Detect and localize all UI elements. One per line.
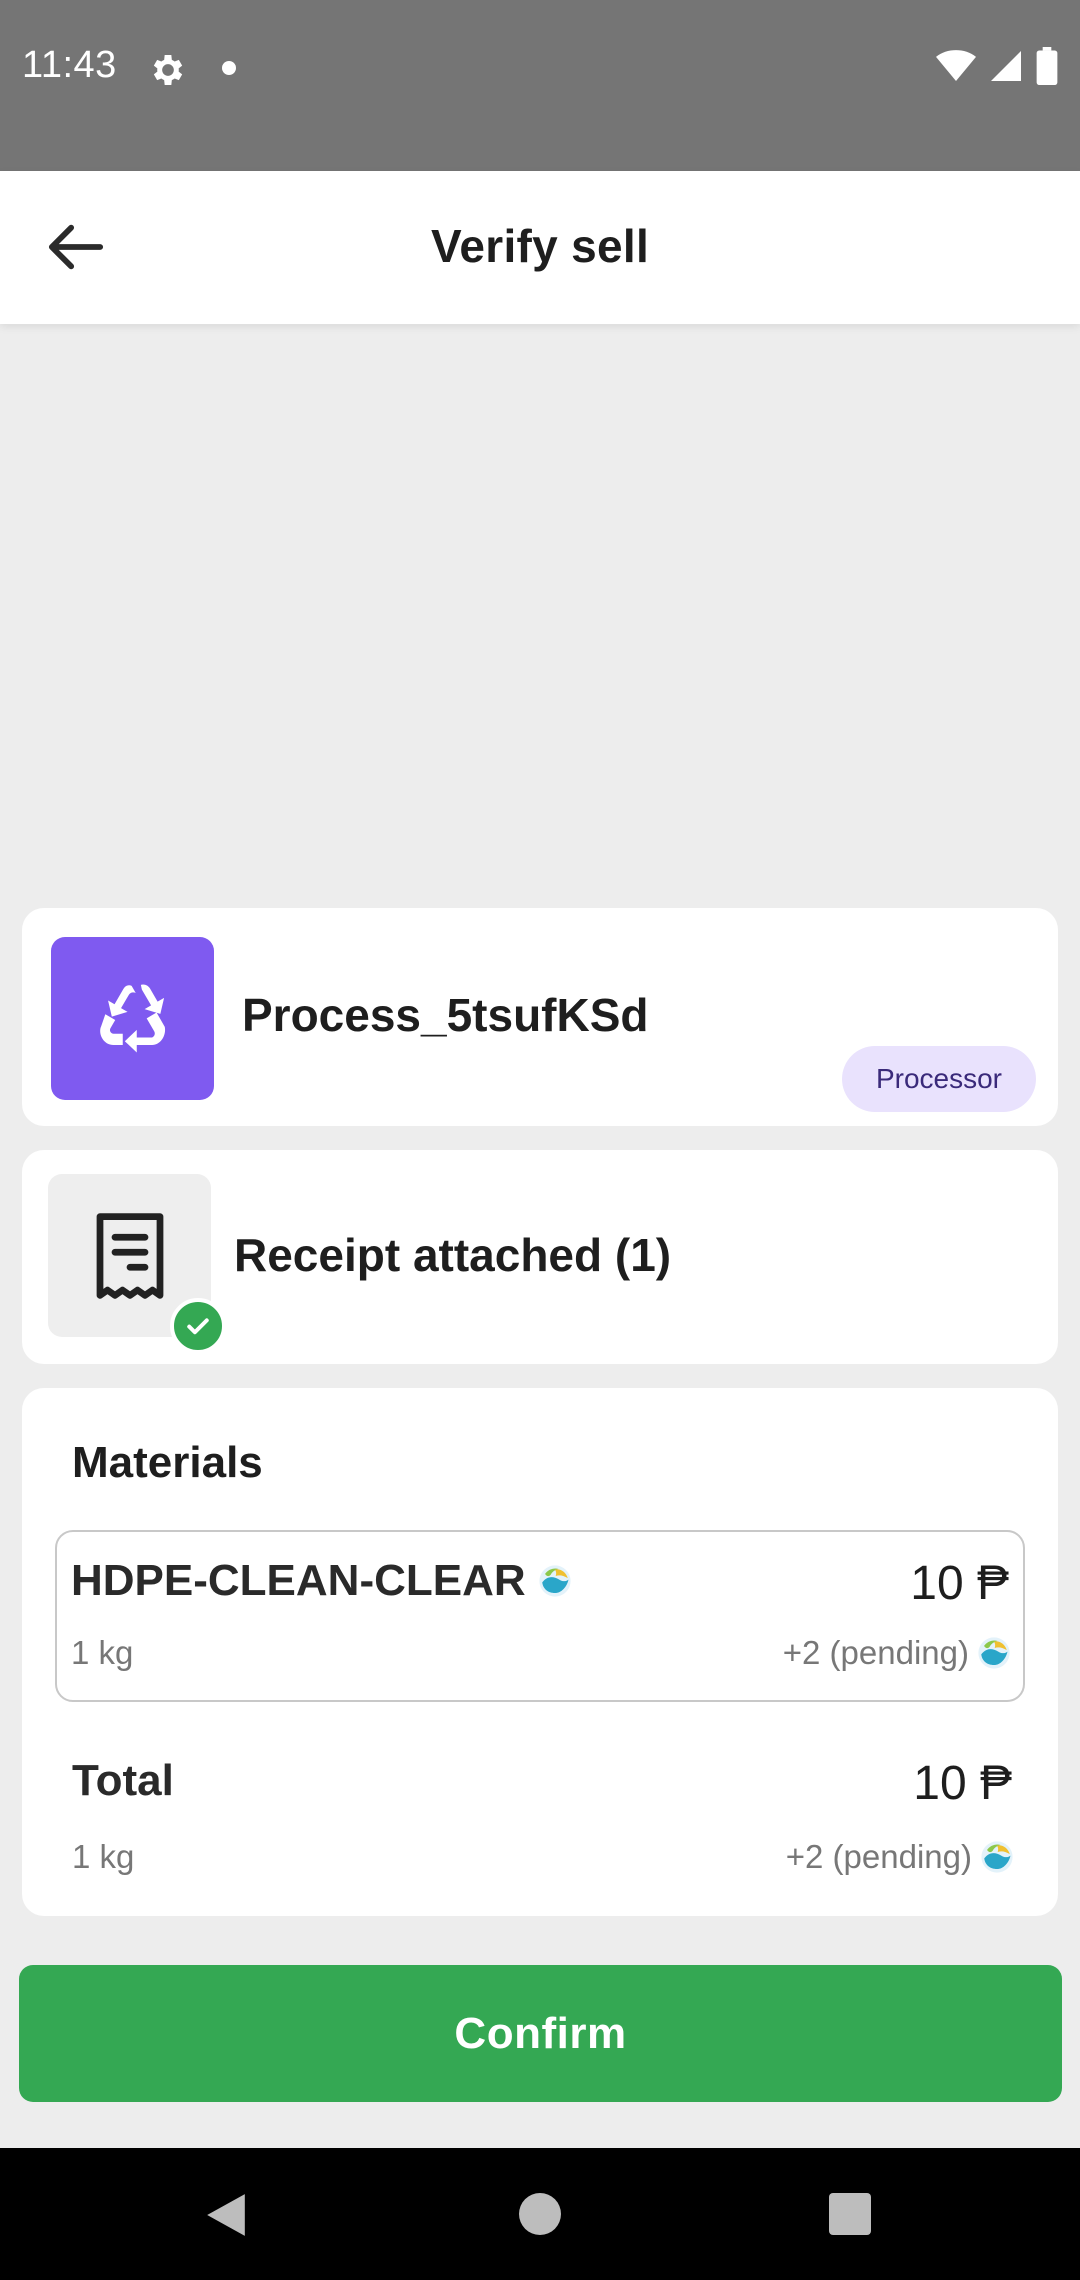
material-pending-row: +2 (pending) [783, 1634, 1011, 1672]
material-item[interactable]: HDPE-CLEAN-CLEAR 1 kg 10 ₱ +2 (pending) [55, 1530, 1025, 1702]
battery-icon [1036, 47, 1058, 85]
total-price: 10 ₱ [913, 1757, 1012, 1810]
total-weight: 1 kg [72, 1838, 135, 1875]
material-pending: +2 (pending) [782, 1634, 969, 1671]
receipt-label: Receipt attached (1) [234, 1229, 672, 1281]
process-card[interactable]: Process_5tsufKSd Processor [22, 908, 1058, 1126]
token-icon [981, 1841, 1013, 1873]
nav-recents-icon[interactable] [829, 2193, 871, 2235]
status-time: 11:43 [22, 44, 117, 86]
check-circle-icon [170, 1298, 226, 1354]
role-badge: Processor [841, 1046, 1036, 1112]
material-name: HDPE-CLEAN-CLEAR [71, 1556, 526, 1605]
gear-icon [153, 55, 183, 85]
system-nav-bar [0, 2148, 1080, 2280]
token-icon [978, 1637, 1010, 1669]
materials-card: Materials HDPE-CLEAN-CLEAR 1 kg 10 ₱ +2 … [22, 1388, 1058, 1916]
app-bar: Verify sell [0, 171, 1080, 324]
confirm-button[interactable]: Confirm [19, 1965, 1062, 2102]
nav-back-icon[interactable] [205, 2192, 247, 2238]
material-name-row: HDPE-CLEAN-CLEAR [71, 1556, 572, 1606]
material-price: 10 ₱ [910, 1557, 1009, 1610]
status-icons [936, 46, 1058, 86]
material-weight: 1 kg [71, 1634, 134, 1671]
receipt-icon [96, 1212, 163, 1299]
total-label: Total [72, 1756, 174, 1805]
total-pending: +2 (pending) [785, 1838, 972, 1875]
page-title: Verify sell [430, 220, 650, 272]
process-avatar [51, 937, 214, 1100]
wifi-icon [936, 50, 976, 81]
status-bar: 11:43 [0, 0, 1080, 171]
token-icon [539, 1565, 571, 1597]
signal-icon [991, 51, 1021, 81]
notification-dot-icon [222, 61, 236, 75]
receipt-card[interactable]: Receipt attached (1) [22, 1150, 1058, 1364]
total-pending-row: +2 (pending) [786, 1838, 1014, 1876]
process-name: Process_5tsufKSd [242, 989, 649, 1041]
materials-title: Materials [72, 1438, 263, 1487]
nav-home-icon[interactable] [519, 2193, 561, 2235]
recycle-icon [99, 984, 165, 1052]
